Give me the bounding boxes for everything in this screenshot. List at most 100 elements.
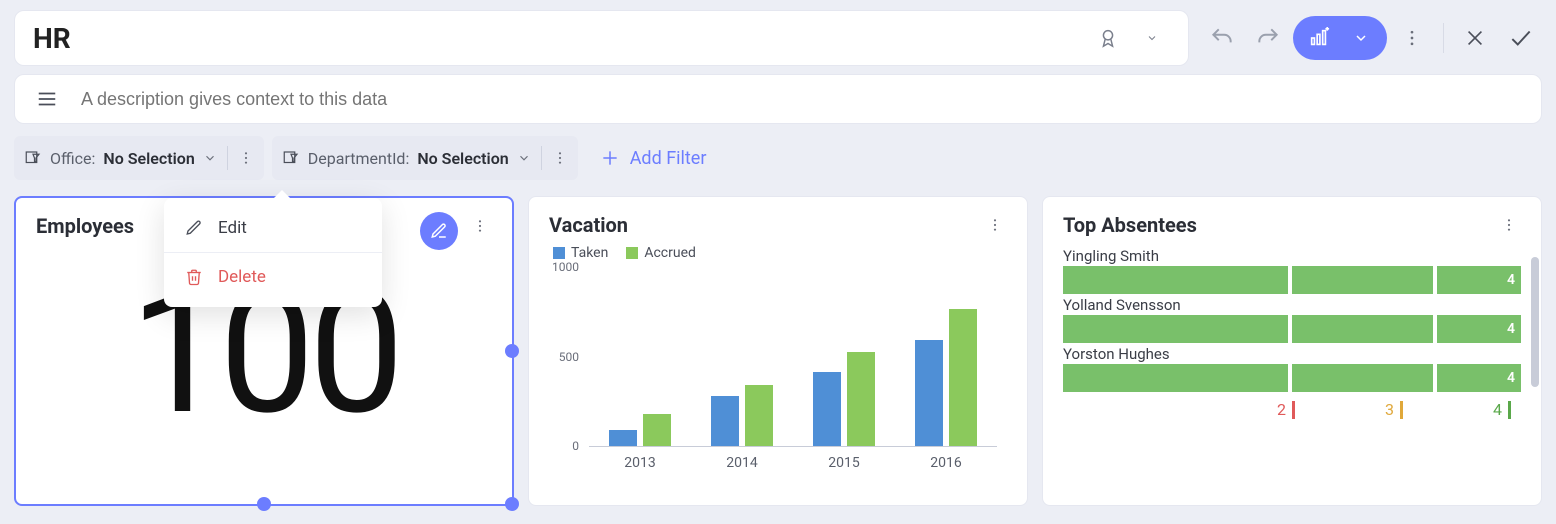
legend-bar-yellow [1400, 401, 1403, 419]
primary-action-pill [1293, 16, 1387, 60]
context-menu-delete[interactable]: Delete [164, 257, 382, 297]
bar-group [915, 309, 977, 446]
absentee-row: Yingling Smith4 [1063, 247, 1521, 294]
absentee-bar[interactable]: 4 [1063, 266, 1521, 294]
close-button[interactable] [1454, 17, 1496, 59]
card-title: Employees [36, 214, 134, 238]
bar-group [813, 352, 875, 446]
x-label: 2013 [624, 455, 655, 471]
card-title: Vacation [549, 213, 628, 237]
menu-icon[interactable] [29, 81, 65, 117]
filter-menu-button[interactable] [238, 150, 254, 166]
bar-accrued[interactable] [745, 385, 773, 446]
absentee-segment [1063, 315, 1288, 343]
description-row [14, 74, 1542, 124]
context-menu-separator [164, 252, 382, 253]
separator [227, 146, 228, 170]
description-input[interactable] [81, 89, 1527, 110]
bar-group [711, 385, 773, 446]
absentee-legend: 2 3 4 [1063, 392, 1521, 419]
more-menu-button[interactable] [1391, 17, 1433, 59]
filter-menu-button[interactable] [552, 150, 568, 166]
x-axis-labels: 2013 2014 2015 2016 [589, 447, 997, 471]
card-top-absentees[interactable]: Top Absentees Yingling Smith4Yolland Sve… [1042, 196, 1542, 506]
bar-taken[interactable] [915, 340, 943, 446]
legend-value: 3 [1385, 400, 1394, 419]
redo-button[interactable] [1247, 17, 1289, 59]
add-chart-button[interactable] [1299, 18, 1339, 58]
resize-handle-right[interactable] [505, 344, 519, 358]
absentee-row: Yorston Hughes4 [1063, 345, 1521, 392]
card-menu-button[interactable] [468, 214, 492, 238]
y-tick: 1000 [552, 260, 579, 274]
separator [541, 146, 542, 170]
absentee-bar[interactable]: 4 [1063, 315, 1521, 343]
bar-accrued[interactable] [643, 414, 671, 446]
primary-action-dropdown[interactable] [1341, 18, 1381, 58]
card-header: Top Absentees [1063, 213, 1521, 237]
x-label: 2015 [828, 455, 859, 471]
absentee-segment [1063, 266, 1288, 294]
chart-legend: Taken Accrued [553, 245, 1007, 261]
card-menu-button[interactable] [1497, 213, 1521, 237]
card-employees[interactable]: Employees 100 [14, 196, 514, 506]
bar-accrued[interactable] [847, 352, 875, 446]
add-filter-button[interactable]: Add Filter [586, 136, 721, 180]
context-menu-edit[interactable]: Edit [164, 208, 382, 248]
trash-icon [184, 268, 204, 286]
add-filter-label: Add Filter [630, 148, 707, 169]
legend-bar-green [1508, 401, 1511, 419]
resize-handle-bottom[interactable] [257, 497, 271, 511]
legend-2: 2 [1277, 400, 1295, 419]
filter-label: Office: [50, 149, 95, 168]
absentee-bar[interactable]: 4 [1063, 364, 1521, 392]
chevron-down-icon[interactable] [1134, 20, 1170, 56]
legend-accrued: Accrued [626, 245, 696, 261]
chart-area: 1000 500 0 [589, 267, 997, 447]
dashboard-row: Employees 100 [14, 196, 1542, 506]
swatch-green [626, 247, 638, 259]
absentee-list: Yingling Smith4Yolland Svensson4Yorston … [1063, 247, 1521, 392]
top-row: HR [14, 10, 1542, 66]
scrollbar[interactable] [1531, 257, 1539, 387]
filter-chip-office[interactable]: Office: No Selection [14, 136, 264, 180]
filter-label: DepartmentId: [308, 149, 410, 168]
page-title[interactable]: HR [33, 22, 71, 55]
bars-zone [589, 267, 997, 446]
card-menu-button[interactable] [983, 213, 1007, 237]
legend-value: 2 [1277, 400, 1286, 419]
confirm-button[interactable] [1500, 17, 1542, 59]
legend-value: 4 [1493, 400, 1502, 419]
filter-row: Office: No Selection DepartmentId: No Se… [14, 136, 1542, 180]
card-header: Vacation [549, 213, 1007, 237]
edit-card-button[interactable] [420, 212, 458, 250]
legend-taken-label: Taken [571, 245, 608, 261]
title-right-controls [1090, 20, 1170, 56]
filter-value: No Selection [417, 149, 508, 168]
pencil-icon [184, 219, 204, 237]
context-menu-edit-label: Edit [218, 218, 247, 238]
swatch-blue [553, 247, 565, 259]
filter-value: No Selection [103, 149, 194, 168]
absentee-segment [1292, 364, 1433, 392]
filter-chip-departmentid[interactable]: DepartmentId: No Selection [272, 136, 578, 180]
bar-group [609, 414, 671, 446]
bar-taken[interactable] [711, 396, 739, 446]
x-label: 2014 [726, 455, 757, 471]
legend-4: 4 [1493, 400, 1511, 419]
legend-taken: Taken [553, 245, 608, 261]
ribbon-icon[interactable] [1090, 20, 1126, 56]
absentee-row: Yolland Svensson4 [1063, 296, 1521, 343]
absentee-name: Yingling Smith [1063, 247, 1521, 265]
resize-handle-corner[interactable] [505, 497, 519, 511]
x-label: 2016 [930, 455, 961, 471]
bar-accrued[interactable] [949, 309, 977, 446]
card-title: Top Absentees [1063, 213, 1197, 237]
absentee-segment: 4 [1437, 364, 1521, 392]
bar-taken[interactable] [813, 372, 841, 446]
top-actions [1201, 16, 1542, 60]
card-vacation[interactable]: Vacation Taken Accrued 1000 500 [528, 196, 1028, 506]
undo-button[interactable] [1201, 17, 1243, 59]
bar-taken[interactable] [609, 430, 637, 446]
y-tick: 0 [572, 439, 579, 453]
